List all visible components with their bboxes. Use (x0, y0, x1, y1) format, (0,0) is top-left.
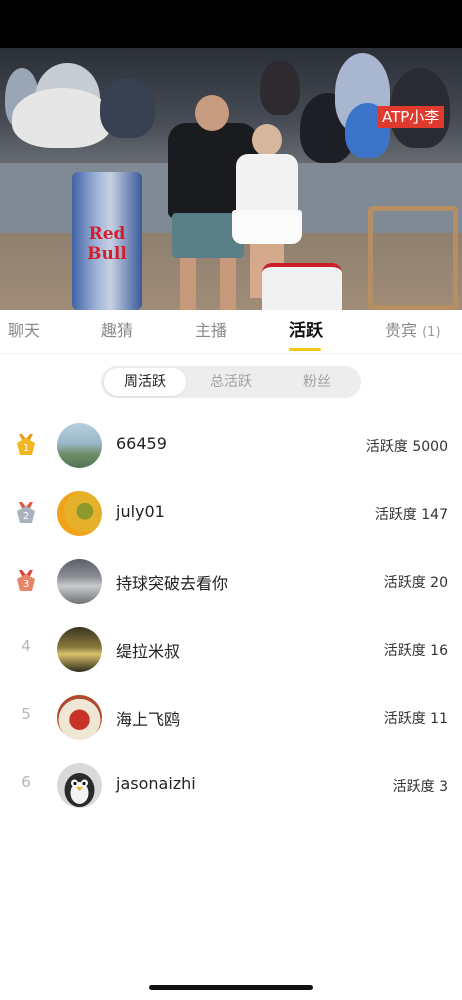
user-name: 海上飞鸥 (116, 710, 181, 729)
tennis-ball-avatar (57, 491, 102, 536)
activity-period-switch: 周活跃 总活跃 粉丝 (101, 366, 361, 398)
status-bar (0, 0, 462, 48)
energy-drink-can: Red Bull (72, 172, 142, 310)
active-tab-indicator (289, 348, 321, 351)
beach-avatar (57, 423, 102, 468)
svg-text:3: 3 (23, 579, 29, 590)
tab-chat[interactable]: 聊天 (8, 310, 40, 354)
activity-score: 活跃度 147 (374, 507, 448, 523)
rank-number: 5 (21, 705, 31, 723)
sign-avatar (57, 695, 102, 740)
ranking-row[interactable]: 5 海上飞鸥 活跃度 11 (0, 683, 462, 751)
tab-host[interactable]: 主播 (195, 310, 227, 354)
activity-score: 活跃度 3 (392, 779, 448, 795)
rank-number: 4 (21, 637, 31, 655)
activity-score: 活跃度 20 (383, 575, 448, 591)
activity-score: 活跃度 16 (383, 643, 448, 659)
user-name: july01 (116, 502, 165, 521)
penguin-avatar (57, 763, 102, 808)
silver-medal-icon: 2 (17, 502, 35, 523)
user-name: 缇拉米叔 (116, 642, 181, 661)
ranking-row[interactable]: 4 缇拉米叔 活跃度 16 (0, 615, 462, 683)
gold-medal-icon: 1 (17, 434, 35, 455)
activity-score: 活跃度 5000 (365, 439, 448, 455)
ranking-row[interactable]: 6 jasonaizhi 活跃度 3 (0, 751, 462, 819)
racket-bag (262, 263, 342, 310)
tab-bar: 聊天 趣猜 主播 活跃 贵宾 (1) (0, 310, 462, 354)
user-name: 66459 (116, 434, 167, 453)
svg-text:2: 2 (23, 511, 29, 522)
activity-score: 活跃度 11 (383, 711, 448, 727)
ranking-row[interactable]: 2 july01 活跃度 147 (0, 479, 462, 547)
vip-count: (1) (422, 325, 441, 340)
court-chair (368, 206, 458, 310)
segment-weekly[interactable]: 周活跃 (104, 368, 186, 396)
live-video-player[interactable]: Red Bull ATP小李 (0, 48, 462, 310)
tab-quiz[interactable]: 趣猜 (101, 310, 133, 354)
ranking-row[interactable]: 1 66459 活跃度 5000 (0, 411, 462, 479)
streamer-badge: ATP小李 (377, 106, 445, 128)
user-name: jasonaizhi (116, 774, 196, 793)
bronze-medal-icon: 3 (17, 570, 35, 591)
street-avatar (57, 559, 102, 604)
segment-total[interactable]: 总活跃 (190, 368, 272, 396)
room-avatar (57, 627, 102, 672)
tab-vip[interactable]: 贵宾 (1) (385, 310, 441, 354)
svg-text:1: 1 (23, 443, 29, 454)
ranking-row[interactable]: 3 持球突破去看你 活跃度 20 (0, 547, 462, 615)
can-label: Red Bull (87, 224, 127, 264)
home-indicator[interactable] (149, 985, 313, 990)
segment-fans[interactable]: 粉丝 (276, 368, 358, 396)
rank-number: 6 (21, 773, 31, 791)
user-name: 持球突破去看你 (116, 574, 229, 593)
